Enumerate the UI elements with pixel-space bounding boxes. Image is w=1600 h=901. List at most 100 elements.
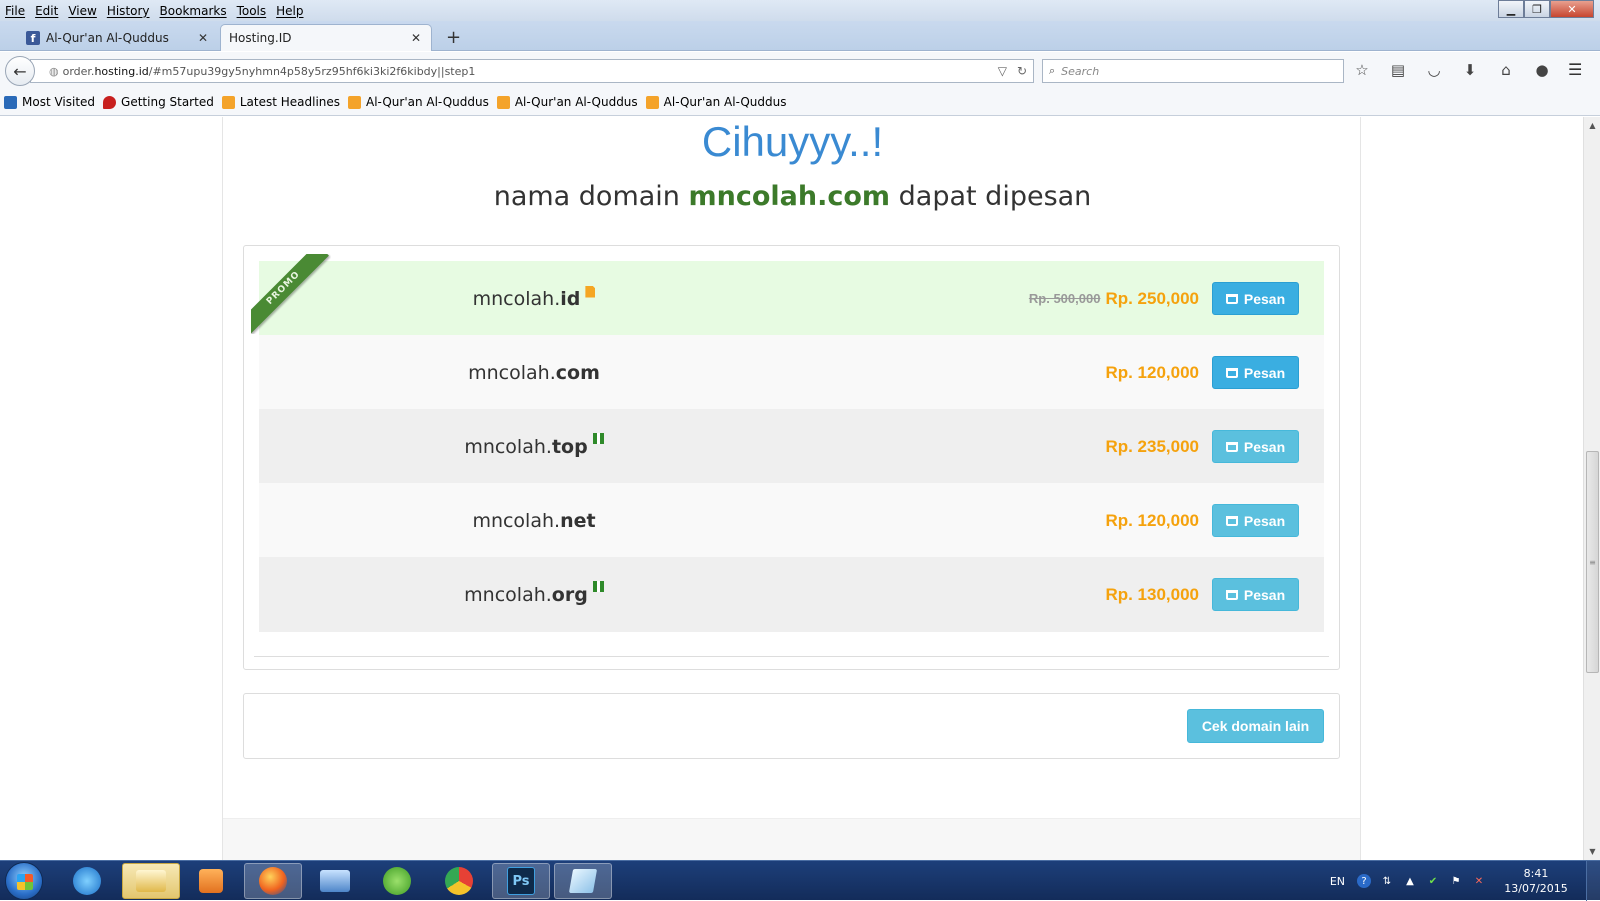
close-tab-icon[interactable]: ✕ <box>196 31 210 45</box>
current-price: Rp. 235,000 <box>1105 436 1199 456</box>
taskbar-media[interactable] <box>182 863 240 899</box>
page-viewport: Cihuyyy..! nama domain mncolah.com dapat… <box>0 117 1583 860</box>
domain-tld: top <box>551 435 588 458</box>
vertical-scrollbar[interactable]: ▲ ≡ ▼ <box>1583 117 1600 860</box>
order-button[interactable]: Pesan <box>1212 356 1299 389</box>
domain-row-top: mncolah. top Rp. 235,000 Pesan <box>259 409 1324 484</box>
minimize-button[interactable]: ▁ <box>1498 0 1524 18</box>
show-hidden-icons-icon[interactable]: ▲ <box>1403 874 1417 888</box>
subtitle-suffix: dapat dipesan <box>890 181 1092 212</box>
menu-edit[interactable]: Edit <box>30 4 63 18</box>
taskbar-remote[interactable] <box>306 863 364 899</box>
pocket-icon[interactable]: ◡ <box>1424 60 1444 80</box>
system-tray: EN ? ⇅ ▲ ✔ ⚑ ✕ 8:41 13/07/2015 <box>1330 861 1600 901</box>
menu-bar: File Edit View History Bookmarks Tools H… <box>0 0 1600 21</box>
network-adapter-icon[interactable]: ⇅ <box>1380 874 1394 888</box>
scroll-up-icon[interactable]: ▲ <box>1584 117 1600 134</box>
reload-icon[interactable]: ↻ <box>1017 64 1027 78</box>
other-domain-box: Cek domain lain <box>243 693 1340 759</box>
taskbar-notes[interactable] <box>554 863 612 899</box>
cart-icon <box>1225 441 1238 452</box>
rss-icon <box>348 95 362 109</box>
most-visited-icon <box>4 95 17 109</box>
menu-history[interactable]: History <box>102 4 155 18</box>
current-price: Rp. 250,000 <box>1105 288 1199 308</box>
volume-muted-icon[interactable]: ✕ <box>1472 874 1486 888</box>
bookmark-al-quran-3[interactable]: Al-Qur'an Al-Quddus <box>645 95 787 109</box>
domain-results-box: PROMO mncolah. id Rp. 500,000 Rp. 250,000 … <box>243 245 1340 670</box>
bookmark-most-visited[interactable]: Most Visited <box>4 95 95 109</box>
scroll-down-icon[interactable]: ▼ <box>1584 843 1600 860</box>
domain-name: mncolah. top <box>454 409 614 484</box>
internet-explorer-icon <box>73 867 101 895</box>
clock-date: 13/07/2015 <box>1504 882 1568 895</box>
taskbar-firefox[interactable] <box>244 863 302 899</box>
taskbar-utorrent[interactable] <box>368 863 426 899</box>
notes-icon <box>568 869 598 893</box>
bookmark-label: Al-Qur'an Al-Quddus <box>514 95 638 109</box>
check-other-domain-button[interactable]: Cek domain lain <box>1187 709 1324 743</box>
dropdown-history-icon[interactable]: ▽ <box>998 64 1007 78</box>
bookmark-latest-headlines[interactable]: Latest Headlines <box>221 95 340 109</box>
bookmark-al-quran-1[interactable]: Al-Qur'an Al-Quddus <box>348 95 489 109</box>
order-button[interactable]: Pesan <box>1212 282 1299 315</box>
domain-base: mncolah. <box>464 435 552 458</box>
domain-tld: id <box>560 287 581 310</box>
url-host: hosting.id <box>94 64 149 78</box>
bookmark-getting-started[interactable]: Getting Started <box>103 95 214 109</box>
language-indicator[interactable]: EN <box>1330 875 1345 888</box>
menu-bookmarks[interactable]: Bookmarks <box>155 4 232 18</box>
taskbar-chrome[interactable] <box>430 863 488 899</box>
download-icon[interactable]: ⬇ <box>1460 60 1480 80</box>
order-button[interactable]: Pesan <box>1212 504 1299 537</box>
window-controls: ▁ ❐ ✕ <box>1498 0 1594 18</box>
close-window-button[interactable]: ✕ <box>1550 0 1594 18</box>
taskbar-photoshop[interactable]: Ps <box>492 863 550 899</box>
order-button[interactable]: Pesan <box>1212 430 1299 463</box>
search-input[interactable]: ⌕ Search <box>1042 59 1344 83</box>
domain-name: mncolah. net <box>454 483 614 558</box>
taskbar-explorer[interactable] <box>122 863 180 899</box>
clock[interactable]: 8:41 13/07/2015 <box>1500 866 1572 896</box>
media-player-icon <box>199 869 223 893</box>
menu-file[interactable]: File <box>0 4 30 18</box>
security-icon[interactable]: ✔ <box>1426 874 1440 888</box>
searched-domain: mncolah.com <box>688 181 891 212</box>
domain-base: mncolah. <box>472 287 561 310</box>
reading-list-icon[interactable]: ▤ <box>1388 60 1408 80</box>
menu-help[interactable]: Help <box>271 4 308 18</box>
url-bar[interactable]: ◍ order. hosting.id/#m57upu39gy5nyhmn4p58… <box>30 59 1034 83</box>
menu-tools[interactable]: Tools <box>232 4 272 18</box>
help-icon[interactable]: ? <box>1357 874 1371 888</box>
back-arrow-icon: ← <box>13 61 27 81</box>
bookmark-star-icon[interactable]: ☆ <box>1352 60 1372 80</box>
new-tab-button[interactable]: + <box>446 27 461 48</box>
domain-base: mncolah. <box>464 583 552 606</box>
menu-view[interactable]: View <box>63 4 101 18</box>
bookmark-al-quran-2[interactable]: Al-Qur'an Al-Quddus <box>496 95 638 109</box>
domain-price: Rp. 120,000 <box>1105 483 1199 558</box>
domain-row-org: mncolah. org Rp. 130,000 Pesan <box>259 557 1324 632</box>
gift-icon <box>592 581 604 592</box>
home-icon[interactable]: ⌂ <box>1496 60 1516 80</box>
domain-price: Rp. 235,000 <box>1105 409 1199 484</box>
current-price: Rp. 120,000 <box>1105 510 1199 530</box>
back-button[interactable]: ← <box>5 56 35 86</box>
show-desktop-button[interactable] <box>1586 861 1600 901</box>
action-center-icon[interactable]: ⚑ <box>1449 874 1463 888</box>
order-button[interactable]: Pesan <box>1212 578 1299 611</box>
menu-hamburger-icon[interactable]: ☰ <box>1568 60 1582 79</box>
chat-icon[interactable]: ● <box>1532 60 1552 80</box>
restore-button[interactable]: ❐ <box>1524 0 1550 18</box>
search-icon: ⌕ <box>1049 64 1056 77</box>
start-button[interactable] <box>5 862 43 900</box>
tab-al-quran[interactable]: f Al-Qur'an Al-Quddus ✕ <box>18 24 218 51</box>
tab-hosting-id[interactable]: Hosting.ID ✕ <box>220 24 432 51</box>
search-placeholder: Search <box>1061 64 1100 78</box>
close-tab-icon[interactable]: ✕ <box>409 31 423 45</box>
taskbar-ie[interactable] <box>58 863 116 899</box>
scrollbar-thumb[interactable]: ≡ <box>1586 451 1599 673</box>
domain-name: mncolah. org <box>454 557 614 632</box>
utorrent-icon <box>383 867 411 895</box>
domain-tld: org <box>551 583 588 606</box>
